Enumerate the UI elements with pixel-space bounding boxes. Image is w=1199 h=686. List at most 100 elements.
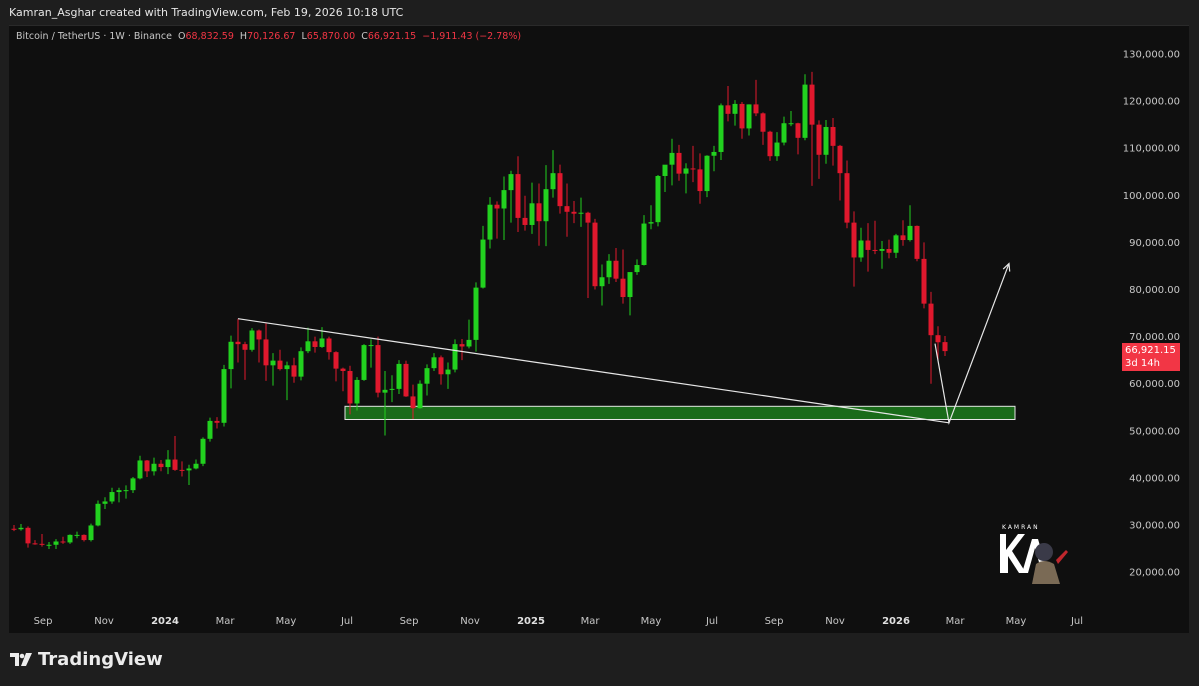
candle-down [32, 540, 38, 545]
candle-down [921, 242, 927, 309]
candle-up [368, 339, 374, 368]
candle-up [578, 197, 584, 227]
y-tick-label: 70,000.00 [1129, 332, 1180, 343]
candle-down [816, 120, 822, 179]
candle-up [711, 145, 717, 172]
candle-body [116, 490, 122, 493]
candle-up [53, 539, 59, 550]
candle-body [200, 438, 206, 464]
candle-body [32, 543, 38, 545]
x-tick-label: May [641, 616, 662, 627]
candle-down [865, 223, 871, 272]
candle-up [74, 531, 80, 539]
candle-body [452, 344, 458, 370]
candle-down [767, 130, 773, 161]
candles-layer [11, 71, 948, 550]
candle-body [508, 174, 514, 191]
candle-up [88, 523, 94, 542]
candle-up [284, 361, 290, 401]
candle-up [746, 104, 752, 136]
candle-up [228, 335, 234, 389]
candle-body [928, 303, 934, 336]
candle-body [249, 330, 255, 350]
candle-up [151, 457, 157, 476]
y-tick-label: 130,000.00 [1123, 50, 1180, 61]
candle-body [340, 368, 346, 371]
candle-body [172, 459, 178, 470]
candle-up [718, 103, 724, 160]
candle-up [452, 339, 458, 373]
candle-body [746, 104, 752, 129]
candle-body [767, 131, 773, 157]
candle-down [592, 218, 598, 290]
candle-body [935, 335, 941, 343]
candle-down [872, 220, 878, 255]
candle-up [417, 380, 423, 409]
candle-body [732, 103, 738, 114]
candle-up [641, 215, 647, 266]
candle-body [690, 168, 696, 170]
candle-up [487, 197, 493, 249]
candle-body [151, 463, 157, 472]
candle-up [550, 150, 556, 198]
candle-down [263, 323, 269, 381]
candle-body [620, 278, 626, 298]
candle-down [914, 225, 920, 262]
x-tick-label: 2026 [882, 616, 910, 627]
candle-body [396, 363, 402, 389]
x-tick-label: Jul [340, 616, 353, 627]
candle-body [25, 527, 31, 544]
candle-body [319, 338, 325, 347]
candle-body [81, 534, 87, 541]
candle-body [914, 225, 920, 259]
candle-body [893, 235, 899, 253]
candle-down [459, 338, 465, 361]
candle-body [879, 248, 885, 251]
candle-down [753, 79, 759, 117]
candle-body [760, 113, 766, 132]
candle-up [704, 155, 710, 198]
candle-down [613, 248, 619, 282]
candle-up [116, 487, 122, 503]
candle-down [235, 318, 241, 363]
candle-body [410, 396, 416, 409]
tradingview-brand[interactable]: TradingView [10, 649, 163, 670]
x-tick-label: May [276, 616, 297, 627]
candle-body [788, 123, 794, 125]
author-watermark-logo: KAMRAN [996, 520, 1080, 590]
candle-body [697, 169, 703, 192]
candle-body [60, 541, 66, 543]
candle-down [585, 211, 591, 298]
candle-body [466, 339, 472, 347]
candle-up [823, 119, 829, 164]
tradingview-wordmark: TradingView [38, 649, 163, 670]
x-tick-label: Nov [94, 616, 114, 627]
candle-down [942, 336, 948, 357]
candle-up [774, 132, 780, 161]
candle-body [18, 527, 24, 530]
x-tick-label: Jul [705, 616, 718, 627]
x-tick-label: Nov [825, 616, 845, 627]
candle-up [67, 534, 73, 544]
candle-down [536, 183, 542, 246]
x-tick-label: Nov [460, 616, 480, 627]
candle-body [795, 123, 801, 138]
candle-up [123, 485, 129, 499]
candle-body [424, 368, 430, 384]
candle-up [193, 459, 199, 470]
candle-body [858, 240, 864, 258]
candle-body [361, 345, 367, 380]
candle-body [774, 142, 780, 157]
candle-down [851, 211, 857, 287]
candle-body [221, 369, 227, 423]
candle-body [473, 287, 479, 340]
candle-up [648, 205, 654, 230]
candle-down [690, 145, 696, 183]
candle-up [599, 264, 605, 306]
candle-body [809, 84, 815, 125]
candle-down [795, 122, 801, 155]
candle-up [186, 464, 192, 485]
candle-body [109, 492, 115, 502]
candle-up [529, 182, 535, 234]
candle-body [375, 345, 381, 393]
